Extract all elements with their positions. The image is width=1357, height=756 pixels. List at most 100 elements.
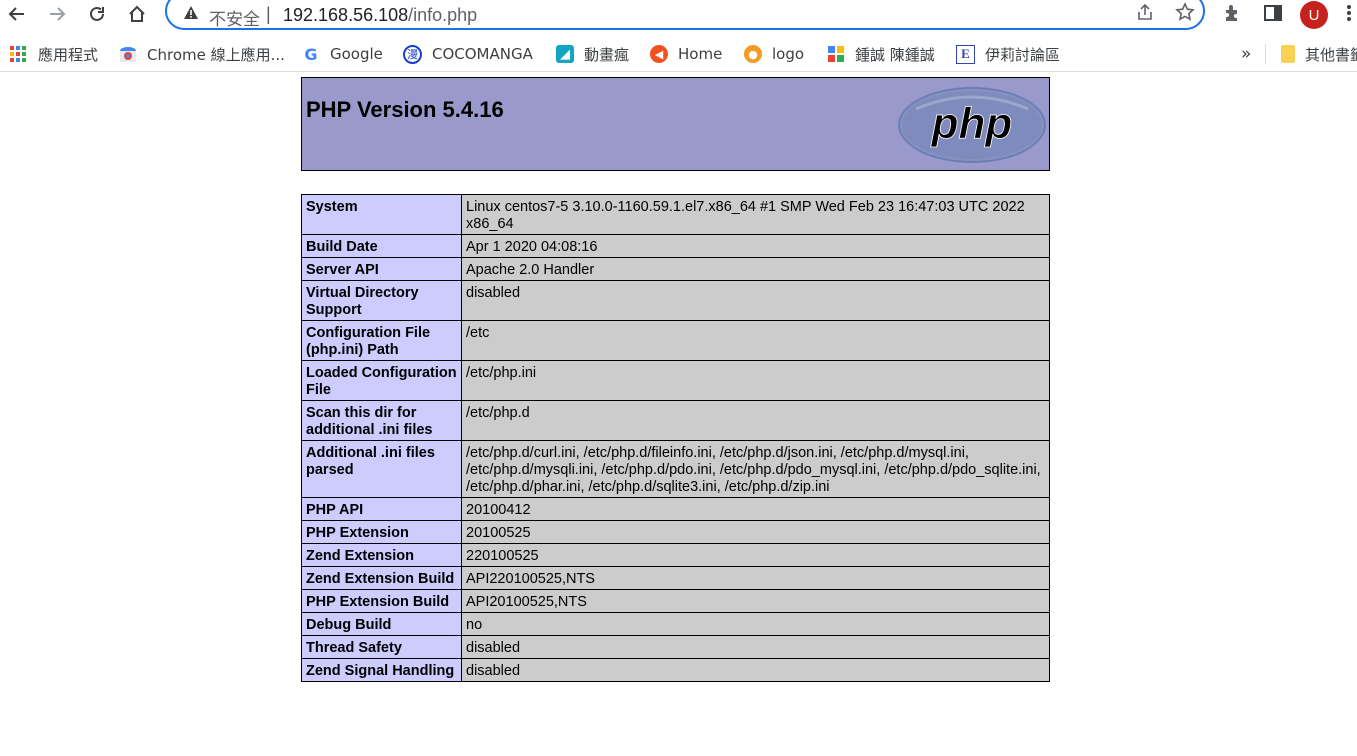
share-icon[interactable]: [1135, 2, 1155, 27]
table-row: System Linux centos7-5 3.10.0-1160.59.1.e…: [301, 194, 1050, 235]
row-value: /etc/php.d: [461, 400, 1050, 441]
bookmarks-divider: [1265, 44, 1266, 64]
row-value: no: [461, 612, 1050, 636]
extensions-icon[interactable]: [1223, 3, 1243, 28]
url-host: 192.168.56.108: [283, 5, 409, 25]
address-bar[interactable]: 不安全 | 192.168.56.108/info.php: [165, 0, 1205, 30]
bookmark-label: 其他書籤: [1305, 45, 1357, 64]
bookmark-label: Chrome 線上應用...: [147, 45, 285, 64]
table-row: PHP Extension 20100525: [301, 520, 1050, 544]
row-key: Loaded Configuration File: [301, 360, 462, 401]
row-value: /etc/php.d/curl.ini, /etc/php.d/fileinfo…: [461, 440, 1050, 498]
row-value: disabled: [461, 280, 1050, 321]
row-value: API220100525,NTS: [461, 566, 1050, 590]
row-key: Virtual Directory Support: [301, 280, 462, 321]
bookmark-label: COCOMANGA: [432, 45, 533, 63]
table-row: Zend Extension 220100525: [301, 543, 1050, 567]
puzzle-icon: [827, 45, 845, 63]
bookmark-label: 應用程式: [38, 45, 99, 64]
row-value: /etc/php.ini: [461, 360, 1050, 401]
table-row: Virtual Directory Support disabled: [301, 280, 1050, 321]
table-row: Scan this dir for additional .ini files /…: [301, 400, 1050, 441]
chrome-webstore-icon: [119, 45, 137, 63]
row-key: Zend Extension: [301, 543, 462, 567]
bookmark-label: Home: [678, 45, 723, 63]
row-key: Configuration File (php.ini) Path: [301, 320, 462, 361]
table-row: Thread Safety disabled: [301, 635, 1050, 659]
row-key: Additional .ini files parsed: [301, 440, 462, 498]
url-text[interactable]: 192.168.56.108/info.php: [283, 5, 477, 26]
row-key: System: [301, 194, 462, 235]
bookmark-google[interactable]: G Google: [302, 43, 383, 65]
eyny-icon: E: [956, 44, 975, 64]
table-row: Configuration File (php.ini) Path/etc: [301, 320, 1050, 361]
table-row: Loaded Configuration File/etc/php.ini: [301, 360, 1050, 401]
browser-toolbar: 不安全 | 192.168.56.108/info.php U: [0, 0, 1357, 30]
star-icon[interactable]: [1175, 2, 1195, 27]
row-value: Apr 1 2020 04:08:16: [461, 234, 1050, 258]
table-row: Server API Apache 2.0 Handler: [301, 257, 1050, 281]
bookmark-chen[interactable]: 鍾誠 陳鍾誠: [827, 43, 935, 65]
home-bookmark-icon: ◀: [650, 45, 668, 63]
logo-icon: ●: [744, 45, 762, 63]
warning-icon[interactable]: [183, 5, 199, 24]
menu-icon[interactable]: [1345, 3, 1353, 28]
php-info-rows: System Linux centos7-5 3.10.0-1160.59.1.e…: [301, 194, 1050, 682]
row-key: Zend Extension Build: [301, 566, 462, 590]
table-row: PHP API 20100412: [301, 497, 1050, 521]
row-value: Apache 2.0 Handler: [461, 257, 1050, 281]
row-key: PHP API: [301, 497, 462, 521]
row-value: 20100525: [461, 520, 1050, 544]
bookmark-home[interactable]: ◀ Home: [650, 43, 722, 65]
row-key: Server API: [301, 257, 462, 281]
table-row: Build Date Apr 1 2020 04:08:16: [301, 234, 1050, 258]
table-row: Zend Extension Build API220100525,NTS: [301, 566, 1050, 590]
cocomanga-icon: 漫: [403, 44, 422, 64]
row-key: PHP Extension: [301, 520, 462, 544]
row-value: Linux centos7-5 3.10.0-1160.59.1.el7.x86…: [461, 194, 1050, 235]
home-icon[interactable]: [124, 1, 150, 27]
row-key: Thread Safety: [301, 635, 462, 659]
folder-icon: [1281, 45, 1295, 63]
php-info-table: System Linux centos7-5 3.10.0-1160.59.1.e…: [301, 194, 1050, 682]
row-key: Scan this dir for additional .ini files: [301, 400, 462, 441]
bookmarks-overflow-button[interactable]: »: [1241, 43, 1251, 65]
row-value: disabled: [461, 658, 1050, 682]
google-icon: G: [304, 44, 318, 64]
php-logo-text: php: [931, 99, 1013, 148]
table-row: Debug Build no: [301, 612, 1050, 636]
url-path: /info.php: [408, 5, 478, 25]
back-icon[interactable]: [4, 1, 30, 27]
bookmark-label: 鍾誠 陳鍾誠: [855, 45, 935, 64]
bookmark-eyny[interactable]: E 伊莉討論區: [956, 43, 1060, 65]
table-row: PHP Extension Build API20100525,NTS: [301, 589, 1050, 613]
bookmark-logo[interactable]: ● logo: [744, 43, 804, 65]
profile-avatar[interactable]: U: [1300, 1, 1328, 29]
bookmark-other[interactable]: 其他書籤: [1281, 43, 1357, 65]
bookmark-label: logo: [772, 45, 805, 63]
bookmark-label: 動畫瘋: [584, 45, 630, 64]
row-value: 20100412: [461, 497, 1050, 521]
insecure-label[interactable]: 不安全: [209, 5, 260, 30]
side-panel-icon[interactable]: [1263, 3, 1283, 28]
php-logo[interactable]: php: [896, 85, 1048, 170]
url-separator: |: [266, 4, 271, 24]
page-title: PHP Version 5.4.16: [306, 97, 504, 122]
bookmark-chrome-webstore[interactable]: Chrome 線上應用...: [119, 43, 285, 65]
anime-icon: ◢: [556, 45, 574, 63]
forward-icon[interactable]: [44, 1, 70, 27]
row-value: disabled: [461, 635, 1050, 659]
bookmark-label: Google: [330, 45, 383, 63]
row-value: /etc: [461, 320, 1050, 361]
bookmark-anime[interactable]: ◢ 動畫瘋: [556, 43, 629, 65]
row-key: Debug Build: [301, 612, 462, 636]
bookmark-apps[interactable]: 應用程式: [10, 43, 98, 65]
bookmark-label: 伊莉討論區: [985, 45, 1061, 64]
bookmark-cocomanga[interactable]: 漫 COCOMANGA: [403, 43, 533, 65]
row-key: Zend Signal Handling: [301, 658, 462, 682]
php-header: PHP Version 5.4.16 php: [301, 77, 1050, 171]
bookmarks-bar: 應用程式 Chrome 線上應用... G Google 漫 COCOMANGA…: [0, 37, 1357, 72]
table-row: Zend Signal Handling disabled: [301, 658, 1050, 682]
row-key: PHP Extension Build: [301, 589, 462, 613]
reload-icon[interactable]: [84, 1, 110, 27]
